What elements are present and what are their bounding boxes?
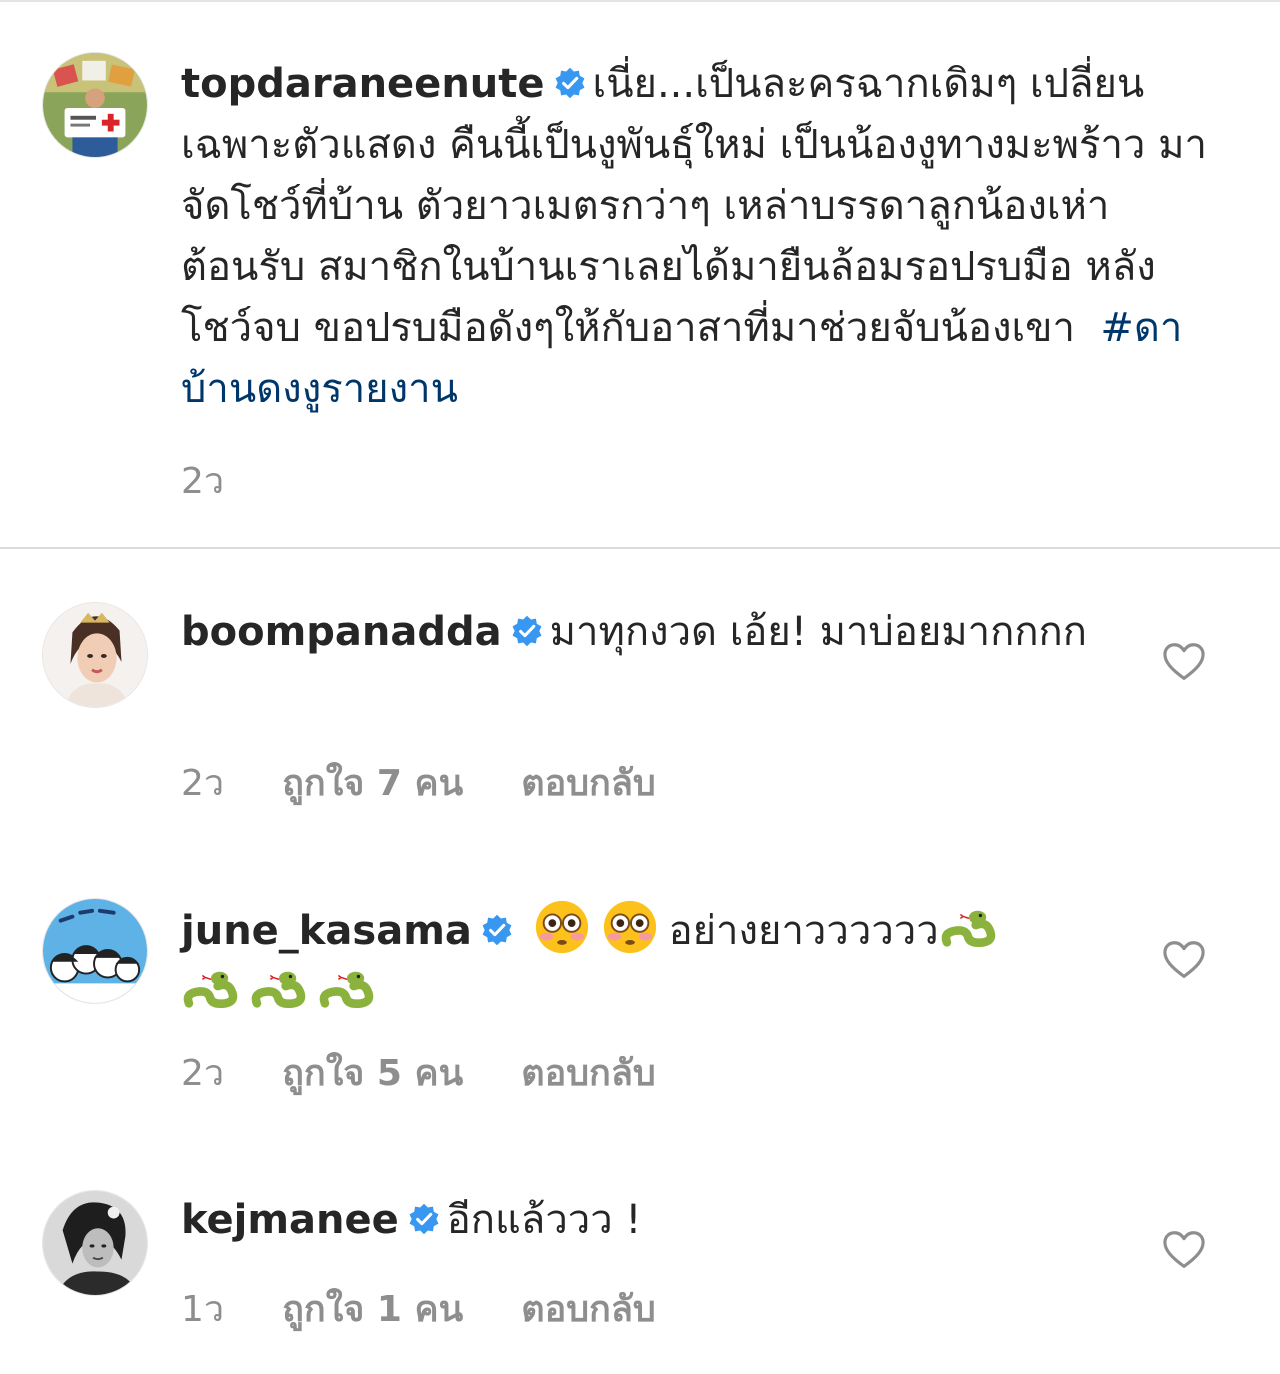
- avatar-image: [43, 53, 147, 157]
- comment-time: 2ว: [181, 763, 225, 804]
- snake-emoji-icon: [183, 971, 238, 1009]
- reply-button[interactable]: ตอบกลับ: [521, 1280, 656, 1337]
- avatar-june_kasama[interactable]: [42, 898, 148, 1004]
- avatar-image: [43, 603, 147, 707]
- comment-text-block: june_kasama อย่างยาวววววว: [181, 898, 1101, 1023]
- comment-likes[interactable]: ถูกใจ 7 คน: [282, 754, 463, 811]
- snake-emoji-icon: [251, 971, 306, 1009]
- snake-emoji-icon: [941, 910, 995, 948]
- avatar-kejmanee[interactable]: [42, 1190, 148, 1296]
- comment-text-block: kejmanee อีกแล้ววว !: [181, 1190, 1121, 1251]
- avatar-image: [43, 1191, 147, 1295]
- comment-time: 2ว: [181, 1053, 225, 1094]
- comment-meta: 2ว ถูกใจ 7 คน ตอบกลับ: [181, 754, 714, 811]
- comment-username[interactable]: kejmanee: [181, 1197, 399, 1243]
- verified-badge-icon: [512, 615, 542, 647]
- comment-username[interactable]: june_kasama: [181, 908, 472, 954]
- snake-emoji-icon: [319, 971, 374, 1009]
- comment-meta: 2ว ถูกใจ 5 คน ตอบกลับ: [181, 1044, 714, 1101]
- like-heart-icon[interactable]: [1162, 1230, 1206, 1270]
- caption-meta: 2ว: [181, 452, 282, 509]
- avatar-boompanadda[interactable]: [42, 602, 148, 708]
- avatar-topdaraneenute[interactable]: [42, 52, 148, 158]
- caption-text-block: topdaraneenute เนี่ย...เป็นละครฉากเดิมๆ …: [181, 54, 1211, 420]
- comment-time: 1ว: [181, 1289, 225, 1330]
- verified-badge-icon: [555, 67, 584, 99]
- comment-meta: 1ว ถูกใจ 1 คน ตอบกลับ: [181, 1280, 714, 1337]
- like-heart-icon[interactable]: [1162, 642, 1206, 682]
- caption-username[interactable]: topdaraneenute: [181, 61, 545, 107]
- verified-badge-icon: [482, 914, 512, 946]
- like-heart-icon[interactable]: [1162, 940, 1206, 980]
- comment-text-block: boompanadda มาทุกงวด เอ้ย! มาบ่อยมากกกก: [181, 602, 1121, 663]
- comment-likes[interactable]: ถูกใจ 1 คน: [282, 1280, 463, 1337]
- caption-time: 2ว: [181, 461, 225, 502]
- comment-text: มาทุกงวด เอ้ย! มาบ่อยมากกกก: [549, 609, 1087, 655]
- comment-text: อีกแล้ววว !: [446, 1197, 642, 1243]
- comment-text: อย่างยาวววววว: [668, 908, 939, 954]
- reply-button[interactable]: ตอบกลับ: [521, 754, 656, 811]
- reply-button[interactable]: ตอบกลับ: [521, 1044, 656, 1101]
- verified-badge-icon: [409, 1203, 439, 1235]
- avatar-image: [43, 899, 147, 1003]
- comment-username[interactable]: boompanadda: [181, 609, 502, 655]
- flushed-face-emoji-icon: [535, 900, 588, 954]
- comment-likes[interactable]: ถูกใจ 5 คน: [282, 1044, 463, 1101]
- post-caption: topdaraneenute เนี่ย...เป็นละครฉากเดิมๆ …: [0, 0, 1280, 549]
- flushed-face-emoji-icon: [603, 900, 656, 954]
